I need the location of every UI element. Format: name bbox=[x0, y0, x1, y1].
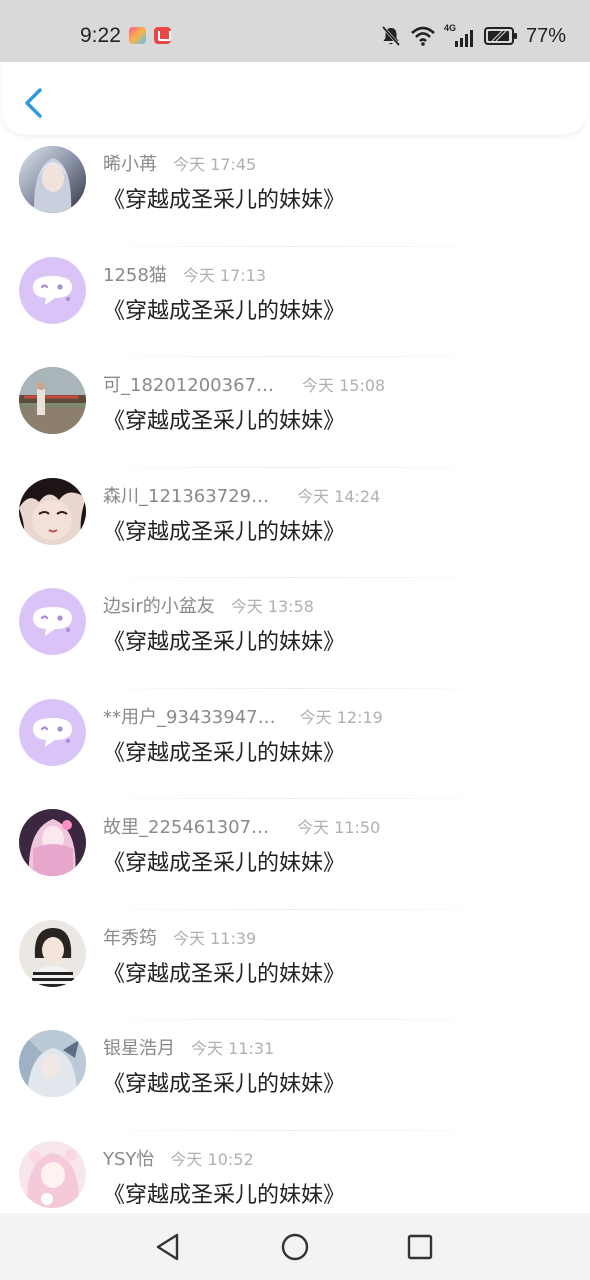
default-avatar-chat-icon bbox=[19, 588, 86, 655]
list-item[interactable]: 银星浩月 今天 11:31 《穿越成圣采儿的妹妹》 bbox=[0, 1020, 590, 1131]
username[interactable]: 森川_121363729… bbox=[103, 482, 269, 508]
chevron-left-icon[interactable] bbox=[20, 86, 46, 120]
timestamp: 今天 11:39 bbox=[173, 928, 257, 948]
system-nav-bar bbox=[0, 1213, 590, 1280]
list-item[interactable]: 边sir的小盆友 今天 13:58 《穿越成圣采儿的妹妹》 bbox=[0, 578, 590, 689]
item-meta: **用户_93433947… 今天 12:19 bbox=[103, 703, 383, 729]
avatar[interactable] bbox=[19, 1140, 86, 1208]
username[interactable]: 可_18201200367… bbox=[103, 371, 274, 397]
avatar-image bbox=[19, 477, 86, 545]
username[interactable]: **用户_93433947… bbox=[103, 703, 276, 729]
username[interactable]: 晞小苒 bbox=[103, 150, 157, 176]
username[interactable]: 年秀筠 bbox=[103, 924, 157, 950]
username[interactable]: 1258猫 bbox=[103, 261, 167, 287]
book-title[interactable]: 《穿越成圣采儿的妹妹》 bbox=[103, 1177, 345, 1209]
item-meta: 故里_225461307… 今天 11:50 bbox=[103, 813, 381, 839]
back-triangle-icon[interactable] bbox=[152, 1231, 184, 1263]
status-bar: 9:22 4G 77% bbox=[0, 0, 590, 62]
item-meta: 边sir的小盆友 今天 13:58 bbox=[103, 592, 314, 618]
battery-icon bbox=[483, 27, 517, 45]
book-title[interactable]: 《穿越成圣采儿的妹妹》 bbox=[103, 1066, 345, 1098]
timestamp: 今天 13:58 bbox=[230, 597, 314, 616]
app-notification-icon bbox=[129, 27, 146, 44]
timestamp: 今天 11:31 bbox=[191, 1039, 275, 1058]
battery-percentage: 77% bbox=[525, 24, 566, 47]
avatar[interactable] bbox=[19, 367, 86, 434]
avatar[interactable] bbox=[19, 698, 86, 766]
book-title[interactable]: 《穿越成圣采儿的妹妹》 bbox=[103, 956, 345, 988]
avatar[interactable] bbox=[19, 256, 86, 324]
book-title[interactable]: 《穿越成圣采儿的妹妹》 bbox=[103, 624, 345, 656]
record-list: 晞小苒 今天 17:45 《穿越成圣采儿的妹妹》 1258猫 今天 17:13 … bbox=[0, 136, 590, 1213]
item-meta: 森川_121363729… 今天 14:24 bbox=[103, 482, 381, 508]
book-title[interactable]: 《穿越成圣采儿的妹妹》 bbox=[103, 403, 345, 435]
item-meta: YSY怡 今天 10:52 bbox=[103, 1145, 254, 1171]
list-item[interactable]: 可_18201200367… 今天 15:08 《穿越成圣采儿的妹妹》 bbox=[0, 357, 590, 468]
cell-signal-group: 4G bbox=[444, 23, 476, 47]
list-item[interactable]: 1258猫 今天 17:13 《穿越成圣采儿的妹妹》 bbox=[0, 247, 590, 357]
avatar-image bbox=[19, 146, 86, 213]
timestamp: 今天 11:50 bbox=[297, 818, 381, 837]
timestamp: 今天 12:19 bbox=[299, 707, 383, 727]
list-item[interactable]: 森川_121363729… 今天 14:24 《穿越成圣采儿的妹妹》 bbox=[0, 468, 590, 578]
timestamp: 今天 14:24 bbox=[297, 486, 381, 506]
avatar-image bbox=[19, 809, 86, 876]
timestamp: 今天 17:13 bbox=[182, 265, 267, 285]
avatar[interactable] bbox=[19, 1030, 86, 1097]
avatar[interactable] bbox=[19, 919, 86, 987]
silent-bell-icon bbox=[381, 26, 401, 46]
signal-icon bbox=[454, 30, 473, 47]
home-circle-icon[interactable] bbox=[279, 1231, 311, 1263]
book-title[interactable]: 《穿越成圣采儿的妹妹》 bbox=[103, 293, 345, 325]
username[interactable]: 故里_225461307… bbox=[103, 813, 269, 839]
book-title[interactable]: 《穿越成圣采儿的妹妹》 bbox=[103, 514, 345, 546]
status-icons: 4G 77% bbox=[380, 23, 566, 48]
avatar[interactable] bbox=[19, 809, 86, 876]
default-avatar-chat-icon bbox=[19, 256, 86, 324]
book-title[interactable]: 《穿越成圣采儿的妹妹》 bbox=[103, 182, 345, 214]
item-meta: 可_18201200367… 今天 15:08 bbox=[103, 371, 386, 397]
item-meta: 1258猫 今天 17:13 bbox=[103, 261, 267, 287]
avatar[interactable] bbox=[19, 588, 86, 655]
avatar-image bbox=[19, 1030, 86, 1097]
username[interactable]: 边sir的小盆友 bbox=[103, 592, 215, 618]
timestamp: 今天 15:08 bbox=[301, 376, 386, 395]
avatar-image bbox=[19, 367, 86, 434]
default-avatar-chat-icon bbox=[19, 698, 86, 766]
username[interactable]: 银星浩月 bbox=[103, 1034, 175, 1060]
item-meta: 银星浩月 今天 11:31 bbox=[103, 1034, 275, 1060]
list-item[interactable]: 晞小苒 今天 17:45 《穿越成圣采儿的妹妹》 bbox=[0, 136, 590, 247]
avatar-image bbox=[19, 919, 86, 987]
recents-square-icon[interactable] bbox=[404, 1231, 436, 1263]
timestamp: 今天 17:45 bbox=[173, 155, 257, 174]
avatar[interactable] bbox=[19, 477, 86, 545]
item-meta: 年秀筠 今天 11:39 bbox=[103, 924, 257, 950]
list-item[interactable]: 年秀筠 今天 11:39 《穿越成圣采儿的妹妹》 bbox=[0, 910, 590, 1020]
book-title[interactable]: 《穿越成圣采儿的妹妹》 bbox=[103, 845, 345, 877]
wifi-icon bbox=[411, 26, 435, 46]
status-time: 9:22 bbox=[80, 24, 121, 47]
list-item[interactable]: YSY怡 今天 10:52 《穿越成圣采儿的妹妹》 bbox=[0, 1131, 590, 1214]
book-title[interactable]: 《穿越成圣采儿的妹妹》 bbox=[103, 735, 345, 767]
timestamp: 今天 10:52 bbox=[170, 1149, 254, 1169]
username[interactable]: YSY怡 bbox=[103, 1145, 154, 1171]
app-header bbox=[2, 62, 587, 134]
list-item[interactable]: 故里_225461307… 今天 11:50 《穿越成圣采儿的妹妹》 bbox=[0, 799, 590, 910]
item-meta: 晞小苒 今天 17:45 bbox=[103, 150, 257, 176]
avatar-image bbox=[19, 1140, 86, 1208]
list-item[interactable]: **用户_93433947… 今天 12:19 《穿越成圣采儿的妹妹》 bbox=[0, 689, 590, 799]
app-notification-icon-red bbox=[154, 27, 171, 44]
avatar[interactable] bbox=[19, 146, 86, 213]
